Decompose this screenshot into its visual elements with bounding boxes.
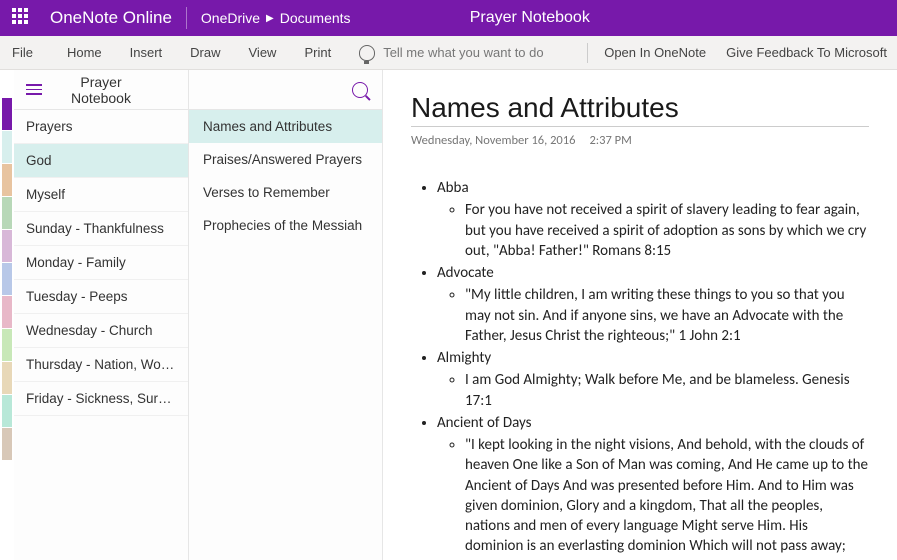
section-item[interactable]: Thursday - Nation, Wo… — [14, 348, 188, 382]
entry-term[interactable]: Almighty — [437, 348, 869, 368]
entry-text[interactable]: For you have not received a spirit of sl… — [465, 200, 869, 261]
ribbon: File Home Insert Draw View Print Tell me… — [0, 36, 897, 70]
tab-file[interactable]: File — [0, 36, 53, 69]
breadcrumb-root[interactable]: OneDrive — [201, 10, 260, 26]
nav-header: Prayer Notebook — [14, 70, 188, 110]
tell-me-search[interactable]: Tell me what you want to do — [359, 45, 581, 61]
section-item[interactable]: Sunday - Thankfulness — [14, 212, 188, 246]
page-title[interactable]: Names and Attributes — [411, 92, 869, 124]
color-tab[interactable] — [2, 164, 12, 196]
entry-text[interactable]: "My little children, I am writing these … — [465, 285, 869, 346]
pages-header — [189, 70, 382, 110]
entry-term[interactable]: Abba — [437, 178, 869, 198]
give-feedback-link[interactable]: Give Feedback To Microsoft — [716, 45, 897, 60]
search-icon[interactable] — [352, 82, 368, 98]
page-item[interactable]: Names and Attributes — [189, 110, 382, 143]
entry-text[interactable]: "I kept looking in the night visions, An… — [465, 435, 869, 560]
hamburger-icon[interactable] — [14, 84, 54, 95]
page-time: 2:37 PM — [589, 133, 631, 148]
section-color-tabs — [0, 70, 14, 560]
color-tab[interactable] — [2, 197, 12, 229]
tab-home[interactable]: Home — [53, 36, 116, 69]
title-underline — [411, 126, 869, 127]
color-tab[interactable] — [2, 428, 12, 460]
color-tab[interactable] — [2, 98, 12, 130]
color-tab[interactable] — [2, 296, 12, 328]
tab-draw[interactable]: Draw — [176, 36, 234, 69]
pages-panel: Names and AttributesPraises/Answered Pra… — [189, 70, 383, 560]
workspace: Prayer Notebook PrayersGodMyselfSunday -… — [0, 70, 897, 560]
section-item[interactable]: Tuesday - Peeps — [14, 280, 188, 314]
section-item[interactable]: Wednesday - Church — [14, 314, 188, 348]
section-item[interactable]: God — [14, 144, 188, 178]
sections-panel: Prayer Notebook PrayersGodMyselfSunday -… — [14, 70, 189, 560]
page-content[interactable]: AbbaFor you have not received a spirit o… — [411, 178, 869, 560]
tab-view[interactable]: View — [235, 36, 291, 69]
section-item[interactable]: Monday - Family — [14, 246, 188, 280]
breadcrumb[interactable]: OneDrive ▶ Documents — [201, 10, 351, 26]
page-canvas[interactable]: Names and Attributes Wednesday, November… — [383, 70, 897, 560]
tell-me-placeholder: Tell me what you want to do — [383, 45, 543, 60]
entry-term[interactable]: Ancient of Days — [437, 413, 869, 433]
lightbulb-icon — [359, 45, 375, 61]
title-bar: OneNote Online OneDrive ▶ Documents Pray… — [0, 0, 897, 36]
page-item[interactable]: Verses to Remember — [189, 176, 382, 209]
notebook-title: Prayer Notebook — [351, 9, 889, 27]
page-item[interactable]: Praises/Answered Prayers — [189, 143, 382, 176]
color-tab[interactable] — [2, 329, 12, 361]
breadcrumb-folder[interactable]: Documents — [280, 10, 351, 26]
page-date: Wednesday, November 16, 2016 — [411, 133, 575, 148]
section-item[interactable]: Prayers — [14, 110, 188, 144]
app-launcher-icon[interactable] — [12, 8, 32, 28]
tab-insert[interactable]: Insert — [116, 36, 177, 69]
color-tab[interactable] — [2, 362, 12, 394]
chevron-right-icon: ▶ — [266, 13, 274, 24]
separator — [587, 43, 588, 63]
page-meta: Wednesday, November 16, 2016 2:37 PM — [411, 133, 869, 148]
tab-print[interactable]: Print — [290, 36, 345, 69]
section-item[interactable]: Myself — [14, 178, 188, 212]
section-item[interactable]: Friday - Sickness, Surg… — [14, 382, 188, 416]
open-in-onenote-link[interactable]: Open In OneNote — [594, 45, 716, 60]
entry-text[interactable]: I am God Almighty; Walk before Me, and b… — [465, 370, 869, 411]
color-tab[interactable] — [2, 263, 12, 295]
color-tab[interactable] — [2, 230, 12, 262]
separator — [186, 7, 187, 29]
color-tab[interactable] — [2, 395, 12, 427]
nav-notebook-title[interactable]: Prayer Notebook — [54, 74, 148, 106]
page-item[interactable]: Prophecies of the Messiah — [189, 209, 382, 242]
app-name[interactable]: OneNote Online — [50, 8, 172, 28]
color-tab[interactable] — [2, 131, 12, 163]
entry-term[interactable]: Advocate — [437, 263, 869, 283]
